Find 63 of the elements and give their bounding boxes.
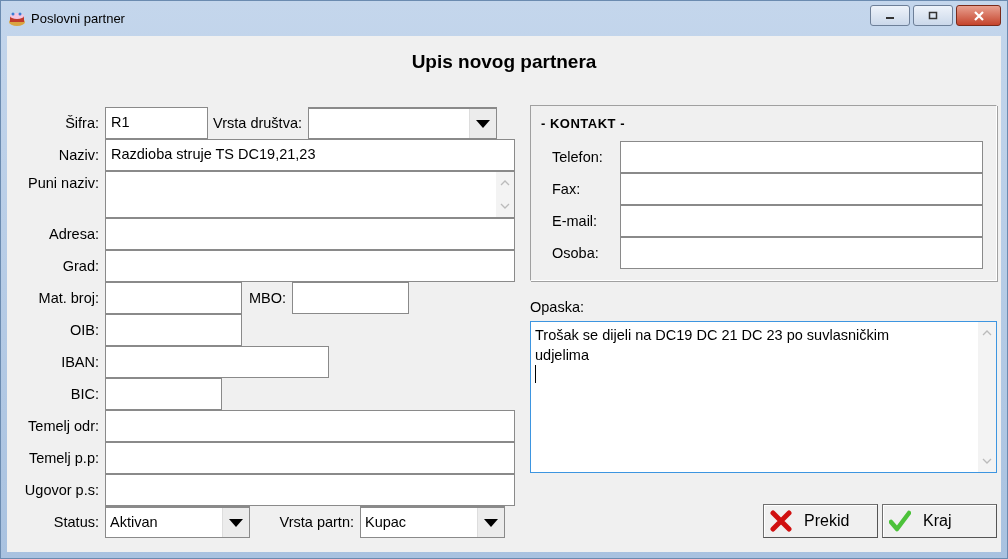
- minimize-button[interactable]: [870, 5, 910, 26]
- close-button[interactable]: [956, 5, 1001, 26]
- dropdown[interactable]: [308, 107, 497, 139]
- maximize-icon: [928, 11, 938, 20]
- dropdown[interactable]: Aktivan: [105, 506, 250, 538]
- text-field[interactable]: [105, 218, 515, 250]
- field-label: E-mail:: [551, 213, 599, 229]
- field-label: Fax:: [551, 181, 582, 197]
- form-heading: Upis novog partnera: [410, 51, 598, 73]
- field-label: Telefon:: [551, 149, 604, 165]
- field-label: Temelj odr:: [27, 418, 100, 434]
- text-field[interactable]: [105, 250, 515, 282]
- text-field[interactable]: [292, 282, 409, 314]
- text-field[interactable]: [105, 346, 329, 378]
- text-field[interactable]: [620, 205, 983, 237]
- text-field[interactable]: [620, 141, 983, 173]
- text-field[interactable]: Razdioba struje TS DC19,21,23: [105, 139, 515, 171]
- field-label: Mat. broj:: [37, 290, 100, 306]
- field-label: Osoba:: [551, 245, 600, 261]
- field-label: Status:: [52, 514, 100, 530]
- close-icon: [972, 10, 985, 21]
- scroll-down-icon: [982, 458, 992, 464]
- scroll-up-icon: [982, 330, 992, 336]
- text-field[interactable]: [105, 474, 515, 506]
- app-icon: [8, 10, 26, 27]
- field-label: Ugovor p.s:: [23, 482, 100, 498]
- field-label: Šifra:: [64, 115, 100, 131]
- remark-field[interactable]: Trošak se dijeli na DC19 DC 21 DC 23 po suvlasničkim udjelima: [530, 321, 997, 473]
- x-icon: [770, 510, 792, 532]
- text-area[interactable]: [105, 171, 515, 218]
- text-field[interactable]: [105, 410, 515, 442]
- field-label: OIB:: [69, 322, 100, 338]
- field-label: Opaska:: [530, 299, 585, 315]
- scroll-down-icon: [500, 203, 510, 209]
- window-title: Poslovni partner: [31, 11, 126, 26]
- field-label: IBAN:: [60, 354, 100, 370]
- field-label: MBO:: [247, 290, 287, 306]
- field-label: Grad:: [61, 258, 100, 274]
- caret-icon: [229, 518, 243, 527]
- cancel-button[interactable]: Prekid: [763, 504, 878, 538]
- field-label: Vrsta partn:: [278, 514, 355, 530]
- maximize-button[interactable]: [913, 5, 953, 26]
- text-field[interactable]: [105, 378, 222, 410]
- text-field[interactable]: [620, 237, 983, 269]
- field-label: Vrsta društva:: [212, 115, 303, 131]
- ok-button[interactable]: Kraj: [882, 504, 997, 538]
- text-field[interactable]: [620, 173, 983, 205]
- text-field[interactable]: [105, 314, 242, 346]
- dropdown[interactable]: Kupac: [360, 506, 505, 538]
- group-title: - KONTAKT -: [541, 116, 626, 131]
- field-label: Adresa:: [48, 226, 100, 242]
- check-icon: [889, 510, 911, 532]
- scroll-up-icon: [500, 180, 510, 186]
- field-label: Puni naziv:: [27, 174, 100, 191]
- field-label: BIC:: [69, 386, 100, 402]
- caret-icon: [476, 119, 490, 128]
- text-field[interactable]: R1: [105, 107, 208, 139]
- field-label: Temelj p.p:: [27, 450, 100, 466]
- caret-icon: [484, 518, 498, 527]
- field-label: Naziv:: [57, 147, 100, 163]
- remark-text: Trošak se dijeli na DC19 DC 21 DC 23 po suvlasničkim udjelima: [535, 326, 891, 365]
- text-field[interactable]: [105, 282, 242, 314]
- text-field[interactable]: [105, 442, 515, 474]
